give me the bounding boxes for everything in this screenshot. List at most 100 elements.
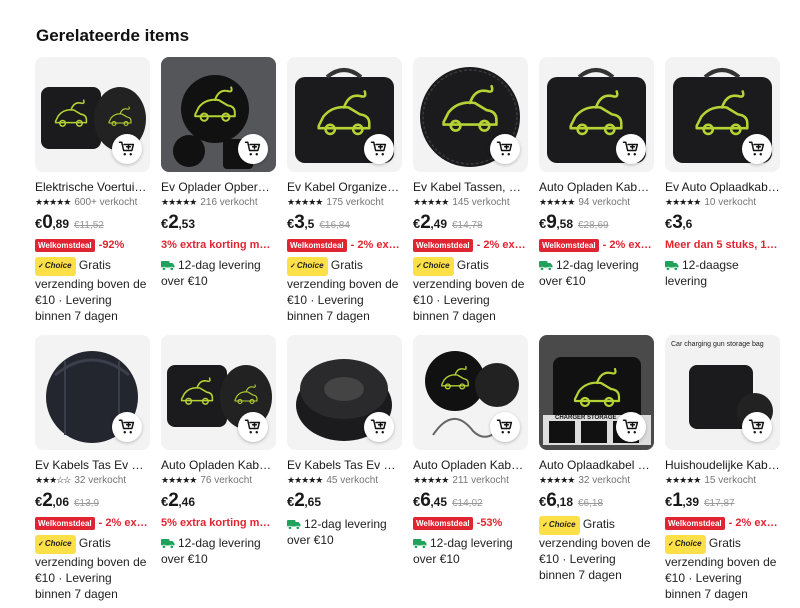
promo-text: - 2% extra korting [476,239,528,251]
shipping-text: 12-dag levering over €10 [287,517,387,547]
price-integer: 0 [42,212,53,233]
product-title[interactable]: Ev Kabels Tas Ev Kabel Opslag [287,458,402,472]
promo-text: - 2% extra korting [350,239,402,251]
product-rating: ★★★★★ 211 verkocht [413,474,528,487]
price-currency: € [35,216,43,231]
add-to-cart-icon [748,419,765,434]
add-to-cart-button[interactable] [616,134,646,164]
price-currency: € [287,494,295,509]
star-rating-icon: ★★★★★ [161,475,197,485]
price-integer: 6 [546,490,557,511]
add-to-cart-button[interactable] [616,412,646,442]
product-rating: ★★★★★ 76 verkocht [161,474,276,487]
product-title[interactable]: Ev Kabel Tassen, Opslag [413,180,528,194]
price-currency: € [665,216,673,231]
product-price: € 2 ,06 €13,9 [35,490,150,512]
product-title[interactable]: Ev Auto Oplaadkabel Tas [665,180,780,194]
add-to-cart-icon [496,141,513,156]
add-to-cart-button[interactable] [238,134,268,164]
sold-count: 145 verkocht [452,197,510,208]
product-card-1[interactable]: Elektrische Voertuigen Opbergtas ★★★★★ 6… [35,57,150,324]
product-title[interactable]: Auto Opladen Kabel Tas [413,458,528,472]
add-to-cart-button[interactable] [112,134,142,164]
product-card-5[interactable]: Auto Opladen Kabel Opbergtas ★★★★★ 94 ve… [539,57,654,324]
product-card-4[interactable]: Ev Kabel Tassen, Opslag ★★★★★ 145 verkoc… [413,57,528,324]
product-card-3[interactable]: Ev Kabel Organizer Tas Waterdicht ★★★★★ … [287,57,402,324]
product-price: € 6 ,18 €6,18 [539,490,654,512]
promo-row: Welkomstdeal -92% [35,237,150,253]
sold-count: 15 verkocht [704,475,757,486]
product-title[interactable]: Ev Kabel Organizer Tas Waterdicht [287,180,402,194]
truck-icon [161,261,175,271]
product-card-12[interactable]: Car charging gun storage bag Huishoudeli… [665,335,780,602]
shipping-text: 12-dag levering over €10 [161,258,261,288]
add-to-cart-button[interactable] [742,412,772,442]
product-image[interactable]: CHARGER STORAGE [539,335,654,450]
price-currency: € [35,494,43,509]
add-to-cart-icon [244,419,261,434]
truck-icon [665,261,679,271]
product-rating: ★★★★★ 216 verkocht [161,196,276,209]
star-rating-icon: ★★★★★ [539,197,575,207]
add-to-cart-button[interactable] [364,412,394,442]
choice-badge: Choice [539,516,580,535]
sold-count: 211 verkocht [452,475,509,486]
product-card-11[interactable]: CHARGER STORAGE Auto Oplaadkabel Opbergt… [539,335,654,602]
shipping-info: 12-daagse levering [665,257,780,289]
add-to-cart-button[interactable] [112,412,142,442]
product-title[interactable]: Auto Opladen Kabel Opbergtas [161,458,276,472]
product-card-6[interactable]: Ev Auto Oplaadkabel Tas ★★★★★ 10 verkoch… [665,57,780,324]
product-image[interactable] [539,57,654,172]
add-to-cart-button[interactable] [742,134,772,164]
price-currency: € [161,216,169,231]
shipping-info: Choice Gratis verzending boven de €10 · … [413,257,528,324]
product-price: € 9 ,58 €28,69 [539,212,654,234]
price-integer: 2 [168,490,179,511]
product-rating: ★★★★★ 94 verkocht [539,196,654,209]
product-title[interactable]: Auto Opladen Kabel Opbergtas [539,180,654,194]
welcome-deal-badge: Welkomstdeal [665,516,725,530]
original-price: €16,84 [319,220,350,231]
product-title[interactable]: Ev Kabels Tas Ev Oplader [35,458,150,472]
product-image[interactable] [413,57,528,172]
product-title[interactable]: Elektrische Voertuigen Opbergtas [35,180,150,194]
product-card-9[interactable]: Ev Kabels Tas Ev Kabel Opslag ★★★★★ 45 v… [287,335,402,602]
add-to-cart-button[interactable] [238,412,268,442]
product-title[interactable]: Ev Oplader Opbergtas Auto [161,180,276,194]
product-image[interactable] [413,335,528,450]
product-image[interactable] [35,335,150,450]
product-image[interactable] [161,335,276,450]
product-image[interactable]: Car charging gun storage bag [665,335,780,450]
product-image[interactable] [35,57,150,172]
product-image[interactable] [161,57,276,172]
add-to-cart-button[interactable] [490,134,520,164]
product-card-2[interactable]: Ev Oplader Opbergtas Auto ★★★★★ 216 verk… [161,57,276,324]
price-currency: € [413,494,421,509]
shipping-text: 12-dag levering over €10 [413,536,513,566]
original-price: €6,18 [578,498,604,509]
product-price: € 2 ,53 [161,212,276,234]
product-grid-row-1: Elektrische Voertuigen Opbergtas ★★★★★ 6… [35,57,785,324]
product-card-7[interactable]: Ev Kabels Tas Ev Oplader ★★★☆☆ 32 verkoc… [35,335,150,602]
product-image[interactable] [287,57,402,172]
product-title[interactable]: Auto Oplaadkabel Opbergtas [539,458,654,472]
price-integer: 2 [42,490,53,511]
product-title[interactable]: Huishoudelijke Kabel Opbergtas [665,458,780,472]
price-integer: 1 [672,490,683,511]
add-to-cart-button[interactable] [364,134,394,164]
product-card-8[interactable]: Auto Opladen Kabel Opbergtas ★★★★★ 76 ve… [161,335,276,602]
promo-row: Welkomstdeal -53% [413,515,528,531]
price-decimal: ,5 [304,217,315,231]
price-decimal: ,65 [304,495,321,509]
original-price: €14,02 [452,498,483,509]
product-rating: ★★★★★ 15 verkocht [665,474,780,487]
promo-text: -92% [98,239,125,251]
star-rating-icon: ★★★★★ [287,197,323,207]
product-image[interactable] [287,335,402,450]
price-integer: 6 [420,490,431,511]
product-image[interactable] [665,57,780,172]
price-integer: 9 [546,212,557,233]
truck-icon [539,261,553,271]
add-to-cart-button[interactable] [490,412,520,442]
product-card-10[interactable]: Auto Opladen Kabel Tas ★★★★★ 211 verkoch… [413,335,528,602]
